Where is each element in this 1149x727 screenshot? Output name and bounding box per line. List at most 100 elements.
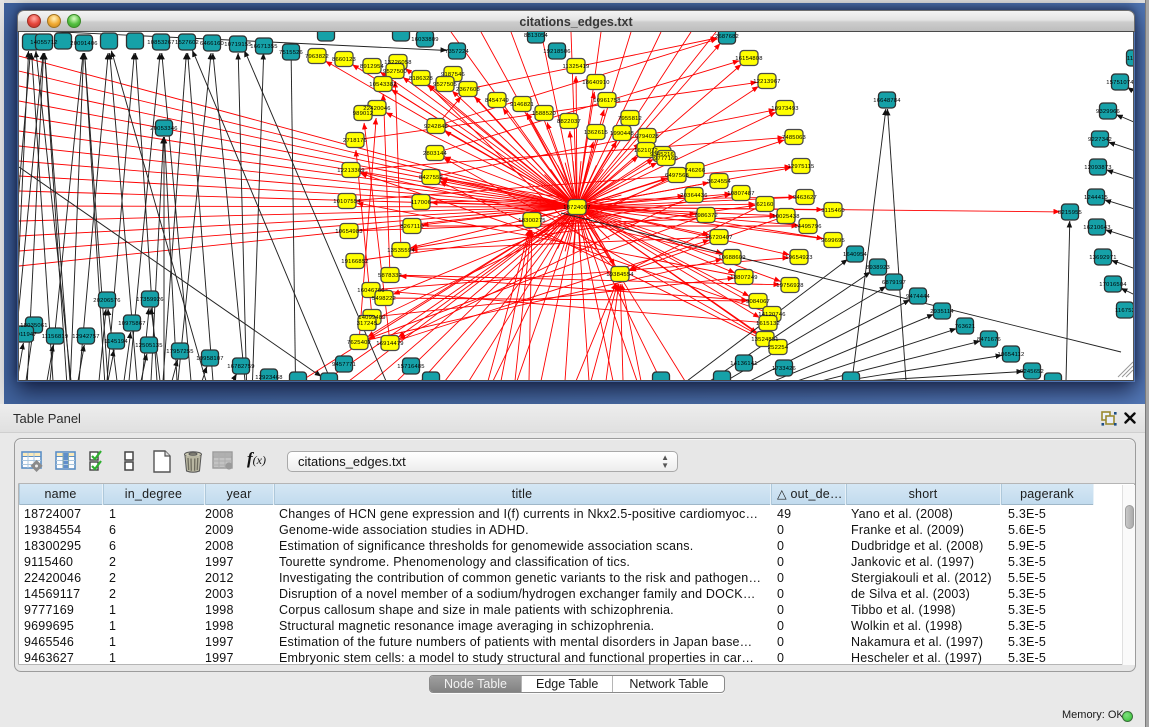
svg-text:6794028: 6794028 <box>635 134 659 140</box>
svg-text:10973493: 10973493 <box>771 106 798 112</box>
svg-text:20053346: 20053346 <box>150 126 177 132</box>
svg-text:8215955: 8215955 <box>1058 210 1082 216</box>
svg-text:9187546: 9187546 <box>441 72 465 78</box>
svg-text:13692971: 13692971 <box>1089 255 1116 261</box>
svg-text:9245652: 9245652 <box>1020 369 1044 375</box>
svg-text:12213967: 12213967 <box>753 79 780 85</box>
svg-text:9084067: 9084067 <box>746 299 770 305</box>
svg-text:10958107: 10958107 <box>196 356 223 362</box>
svg-text:2718176: 2718176 <box>343 138 367 144</box>
svg-text:10853267: 10853267 <box>147 40 174 46</box>
svg-text:19384554: 19384554 <box>606 272 634 278</box>
svg-text:11123: 11123 <box>1127 56 1134 62</box>
svg-text:7963822: 7963822 <box>305 54 329 60</box>
svg-text:2935114: 2935114 <box>930 309 954 315</box>
svg-text:8186328: 8186328 <box>409 76 433 82</box>
svg-text:20206576: 20206576 <box>93 298 120 304</box>
svg-text:8822037: 8822037 <box>557 119 581 125</box>
svg-text:1733426: 1733426 <box>772 366 796 372</box>
svg-text:2367608: 2367608 <box>456 87 480 93</box>
svg-text:10107554: 10107554 <box>333 199 361 205</box>
svg-text:8813054: 8813054 <box>524 33 549 39</box>
svg-text:16914479: 16914479 <box>376 341 403 347</box>
svg-text:16210643: 16210643 <box>1083 225 1110 231</box>
svg-text:12213369: 12213369 <box>337 168 364 174</box>
svg-text:16046766: 16046766 <box>357 288 384 294</box>
svg-text:8660123: 8660123 <box>332 57 356 63</box>
svg-text:9146821: 9146821 <box>510 102 534 108</box>
svg-text:9115460: 9115460 <box>821 208 845 214</box>
svg-text:1588520: 1588520 <box>532 111 556 117</box>
svg-text:8938923: 8938923 <box>866 265 890 271</box>
svg-text:7986372: 7986372 <box>694 213 718 219</box>
svg-text:16154808: 16154808 <box>735 56 762 62</box>
svg-text:317245: 317245 <box>357 321 378 327</box>
svg-text:8471676: 8471676 <box>977 337 1001 343</box>
svg-text:746266: 746266 <box>685 168 706 174</box>
svg-text:8427552: 8427552 <box>419 175 443 181</box>
svg-text:12093873: 12093873 <box>1084 165 1111 171</box>
svg-text:18640910: 18640910 <box>582 80 609 86</box>
svg-text:15751074: 15751074 <box>1106 80 1134 86</box>
svg-text:1640954: 1640954 <box>843 252 868 258</box>
svg-text:9474444: 9474444 <box>906 294 931 300</box>
svg-text:7955812: 7955812 <box>618 116 642 122</box>
svg-text:14120746: 14120746 <box>758 312 785 318</box>
svg-text:10975867: 10975867 <box>118 321 145 327</box>
svg-text:5498222: 5498222 <box>372 296 396 302</box>
svg-text:7485063: 7485063 <box>782 135 806 141</box>
svg-text:5878332: 5878332 <box>378 273 402 279</box>
svg-text:19756928: 19756928 <box>776 283 803 289</box>
svg-text:1244415: 1244415 <box>1084 195 1108 201</box>
svg-text:15716485: 15716485 <box>397 364 424 370</box>
svg-text:9777169: 9777169 <box>654 156 678 162</box>
svg-text:16033809: 16033809 <box>411 37 438 43</box>
svg-text:10025438: 10025438 <box>772 214 799 220</box>
svg-text:16671355: 16671355 <box>250 44 277 50</box>
svg-text:19218506: 19218506 <box>543 49 570 55</box>
svg-text:8912954: 8912954 <box>360 64 385 70</box>
svg-text:9527500: 9527500 <box>383 69 407 75</box>
svg-text:15720407: 15720407 <box>705 235 732 241</box>
svg-text:3911947: 3911947 <box>19 332 37 338</box>
svg-text:6466160: 6466160 <box>200 41 224 47</box>
svg-text:989012: 989012 <box>353 111 374 117</box>
svg-text:20364436: 20364436 <box>680 193 707 199</box>
svg-text:11325419: 11325419 <box>563 64 590 70</box>
svg-text:20091406: 20091406 <box>70 41 97 47</box>
svg-text:13535594: 13535594 <box>387 248 415 254</box>
svg-text:117006: 117006 <box>411 200 431 206</box>
svg-text:9329966: 9329966 <box>1096 109 1120 115</box>
svg-text:9527505: 9527505 <box>433 82 457 88</box>
svg-text:14136141: 14136141 <box>730 361 757 367</box>
svg-text:2803144: 2803144 <box>423 151 448 157</box>
svg-text:12975115: 12975115 <box>788 164 815 170</box>
svg-text:1990448: 1990448 <box>610 131 634 137</box>
svg-text:19166852: 19166852 <box>341 259 368 265</box>
svg-text:14495796: 14495796 <box>794 224 821 230</box>
svg-text:763621: 763621 <box>955 324 976 330</box>
svg-text:252254: 252254 <box>768 345 789 351</box>
svg-text:9457771: 9457771 <box>332 362 356 368</box>
svg-text:18724007: 18724007 <box>563 205 590 211</box>
svg-text:1362615: 1362615 <box>584 130 608 136</box>
svg-text:14055712: 14055712 <box>30 40 57 46</box>
svg-text:7625402: 7625402 <box>347 340 371 346</box>
svg-text:18300275: 18300275 <box>518 218 545 224</box>
svg-text:17016504: 17016504 <box>1099 282 1127 288</box>
svg-text:16648784: 16648784 <box>873 98 901 104</box>
svg-text:11156819: 11156819 <box>42 334 69 340</box>
svg-text:18807249: 18807249 <box>730 275 757 281</box>
svg-text:9463627: 9463627 <box>793 195 817 201</box>
svg-text:19654923: 19654923 <box>785 255 812 261</box>
svg-text:10688609: 10688609 <box>718 255 745 261</box>
svg-text:6879197: 6879197 <box>882 280 906 286</box>
svg-text:1527602: 1527602 <box>175 40 199 46</box>
svg-text:13226058: 13226058 <box>384 60 411 66</box>
svg-text:2687682: 2687682 <box>715 34 739 40</box>
svg-text:1145194: 1145194 <box>104 339 128 345</box>
svg-text:17359926: 17359926 <box>136 297 163 303</box>
svg-text:10654112: 10654112 <box>998 352 1025 358</box>
svg-text:10961758: 10961758 <box>593 98 620 104</box>
svg-text:12923468: 12923468 <box>255 375 282 381</box>
